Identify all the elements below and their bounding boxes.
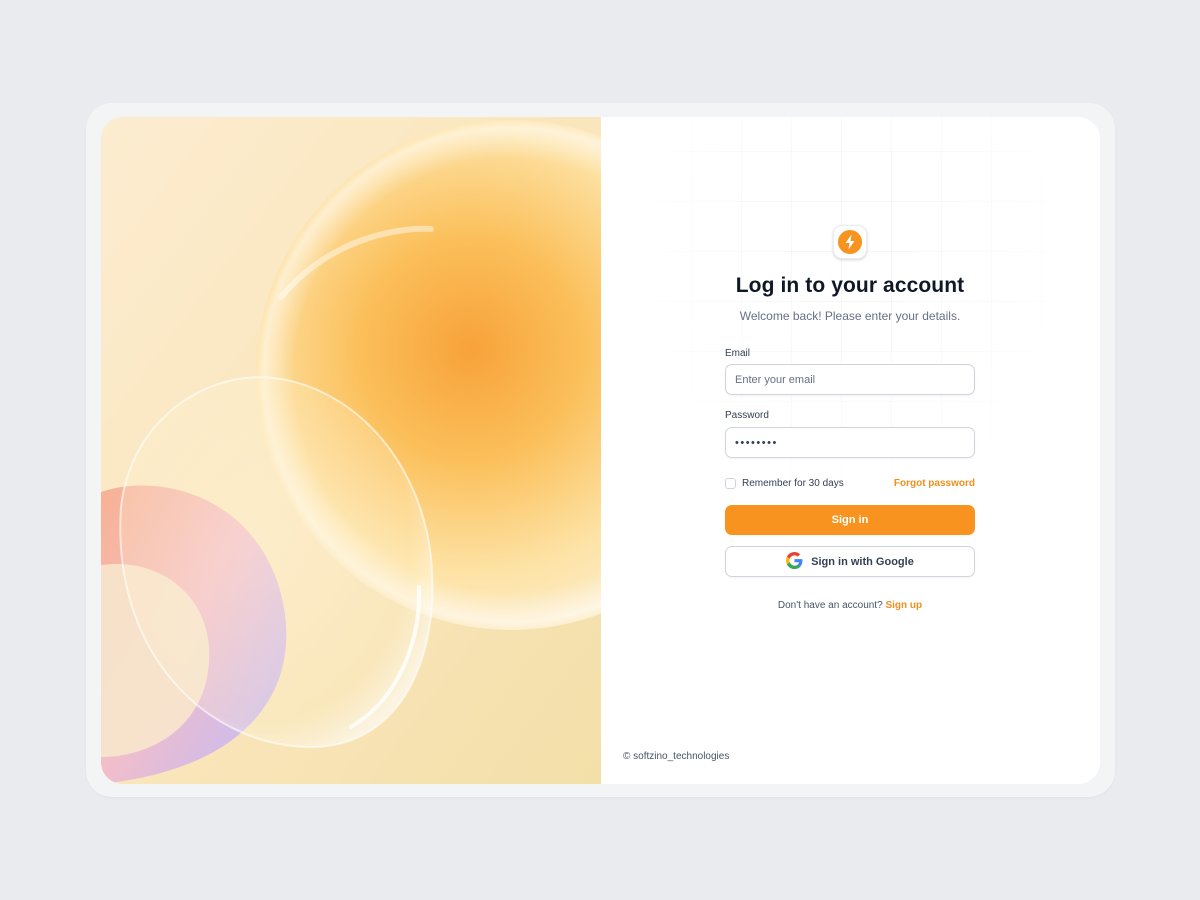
hero-illustration bbox=[101, 117, 601, 784]
page-subtitle: Welcome back! Please enter your details. bbox=[739, 309, 961, 323]
google-sign-in-button[interactable]: Sign in with Google bbox=[725, 546, 975, 577]
no-account-text: Don't have an account? bbox=[777, 600, 883, 611]
google-g-icon bbox=[786, 551, 803, 572]
password-field[interactable]: •••••••• bbox=[725, 427, 975, 458]
forgot-password-link[interactable]: Forgot password bbox=[894, 478, 975, 489]
password-value: •••••••• bbox=[735, 436, 778, 449]
remember-row: Remember for 30 days Forgot password bbox=[725, 475, 975, 491]
remember-label: Remember for 30 days bbox=[742, 477, 844, 489]
login-card: Log in to your account Welcome back! Ple… bbox=[101, 117, 1100, 784]
sign-in-button[interactable]: Sign in bbox=[725, 505, 975, 535]
form-panel: Log in to your account Welcome back! Ple… bbox=[601, 117, 1100, 784]
copyright-footer: © softzino_technologies bbox=[623, 751, 730, 762]
email-label: Email bbox=[725, 348, 751, 359]
email-field[interactable]: Enter your email bbox=[725, 364, 975, 395]
password-label: Password bbox=[725, 410, 769, 421]
signup-row: Don't have an account? Sign up bbox=[725, 600, 975, 611]
sign-up-link[interactable]: Sign up bbox=[885, 600, 922, 611]
page-title: Log in to your account bbox=[735, 274, 965, 297]
lightning-bolt-icon bbox=[833, 225, 867, 259]
glass-bubbles-illustration bbox=[101, 117, 601, 784]
remember-checkbox[interactable] bbox=[725, 477, 736, 489]
google-button-label: Sign in with Google bbox=[811, 555, 914, 568]
email-placeholder: Enter your email bbox=[735, 373, 816, 386]
remember-toggle[interactable]: Remember for 30 days bbox=[725, 477, 844, 489]
